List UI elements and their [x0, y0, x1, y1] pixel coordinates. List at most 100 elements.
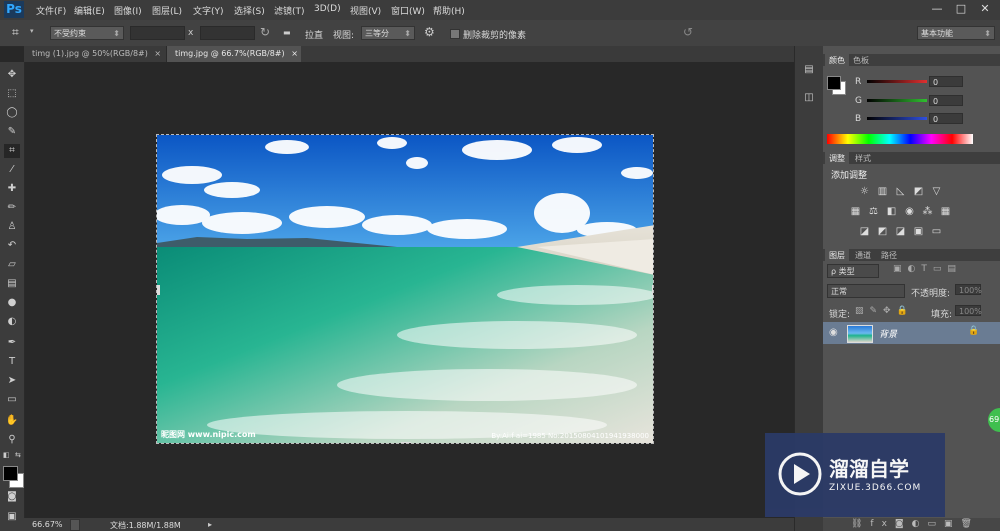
tab-timg[interactable]: timg.jpg @ 66.7%(RGB/8#) ×	[167, 46, 301, 62]
exposure-icon[interactable]: ◩	[913, 186, 924, 197]
pen-tool-icon[interactable]: ✒	[4, 336, 20, 350]
tab-layers[interactable]: 图层	[825, 249, 849, 262]
gradient-tool-icon[interactable]: ▤	[4, 277, 20, 291]
default-colors-icon[interactable]: ◧	[3, 451, 10, 459]
tab-color[interactable]: 颜色	[825, 54, 849, 67]
close-button[interactable]: ✕	[974, 0, 996, 18]
menu-help[interactable]: 帮助(H)	[433, 4, 465, 17]
brush-tool-icon[interactable]: ✏	[4, 201, 20, 215]
rectangle-tool-icon[interactable]: ▭	[4, 393, 20, 407]
menu-layer[interactable]: 图层(L)	[152, 4, 182, 17]
blur-tool-icon[interactable]: ●	[4, 296, 20, 310]
vibrance-icon[interactable]: ▽	[931, 186, 942, 197]
layer-name[interactable]: 背景	[879, 327, 897, 340]
menu-filter[interactable]: 滤镜(T)	[274, 4, 305, 17]
tab-paths[interactable]: 路径	[881, 250, 897, 261]
fg-color-swatch[interactable]	[827, 76, 841, 90]
hand-tool-icon[interactable]: ✋	[4, 414, 20, 428]
channel-g-slider[interactable]	[867, 99, 927, 102]
quick-select-tool-icon[interactable]: ✎	[4, 125, 20, 139]
quick-mask-icon[interactable]: ◙	[4, 490, 20, 504]
crop-tool-icon[interactable]: ⌗	[12, 25, 26, 39]
maximize-button[interactable]: □	[950, 0, 972, 18]
healing-brush-tool-icon[interactable]: ✚	[4, 182, 20, 196]
straighten-label[interactable]: 拉直	[305, 28, 323, 41]
tab-adjustments[interactable]: 调整	[825, 152, 849, 165]
selective-color-icon[interactable]: ▭	[931, 226, 942, 237]
invert-icon[interactable]: ◪	[859, 226, 870, 237]
curves-icon[interactable]: ◺	[895, 186, 906, 197]
color-spectrum-ramp[interactable]	[827, 134, 973, 144]
crop-height-field[interactable]	[200, 26, 255, 40]
opacity-field[interactable]: 100%	[955, 284, 982, 295]
eraser-tool-icon[interactable]: ▱	[4, 258, 20, 272]
reset-icon[interactable]: ↺	[683, 25, 693, 39]
marquee-tool-icon[interactable]: ⬚	[4, 87, 20, 101]
document-canvas[interactable]: 昵图网 www.nipic.com By:Ai:f ai=1985 No:201…	[156, 134, 654, 444]
history-brush-tool-icon[interactable]: ↶	[4, 239, 20, 253]
tab-close-icon[interactable]: ×	[291, 49, 298, 58]
menu-view[interactable]: 视图(V)	[350, 4, 381, 17]
clone-stamp-tool-icon[interactable]: ♙	[4, 220, 20, 234]
delete-cropped-checkbox[interactable]	[450, 29, 460, 39]
fill-field[interactable]: 100%	[955, 305, 982, 316]
eyedropper-tool-icon[interactable]: ⁄	[4, 163, 20, 177]
color-balance-icon[interactable]: ⚖	[868, 206, 879, 217]
properties-panel-icon[interactable]: ◫	[801, 92, 817, 106]
menu-window[interactable]: 窗口(W)	[391, 4, 425, 17]
channel-r-value[interactable]: 0	[929, 76, 963, 87]
move-tool-icon[interactable]: ✥	[4, 68, 20, 82]
blend-mode-select[interactable]: 正常	[827, 284, 905, 298]
visibility-eye-icon[interactable]: ◉	[829, 327, 838, 338]
screen-mode-icon[interactable]: ▣	[4, 510, 20, 524]
crop-tool-icon[interactable]: ⌗	[4, 144, 20, 158]
layer-filter-icons[interactable]: ▣◐T▭▤	[893, 264, 993, 274]
menu-3d[interactable]: 3D(D)	[314, 4, 341, 14]
menu-select[interactable]: 选择(S)	[234, 4, 265, 17]
channel-mixer-icon[interactable]: ⁂	[922, 206, 933, 217]
hue-saturation-icon[interactable]: ▦	[850, 206, 861, 217]
dodge-tool-icon[interactable]: ◐	[4, 315, 20, 329]
constraint-select[interactable]: 不受约束 ⬍	[50, 26, 124, 40]
channel-g-value[interactable]: 0	[929, 95, 963, 106]
threshold-icon[interactable]: ◪	[895, 226, 906, 237]
history-panel-icon[interactable]: ▤	[801, 64, 817, 78]
crop-width-field[interactable]	[130, 26, 185, 40]
minimize-button[interactable]: —	[926, 0, 948, 18]
lasso-tool-icon[interactable]: ◯	[4, 106, 20, 120]
zoom-level[interactable]: 66.67%	[32, 520, 63, 529]
workspace-select[interactable]: 基本功能 ⬍	[917, 26, 995, 40]
layer-footer-icons[interactable]: ⛓fx◙◐▭▣🗑	[851, 519, 980, 529]
channel-b-value[interactable]: 0	[929, 113, 963, 124]
swap-icon[interactable]: ↻	[260, 25, 270, 39]
view-overlay-select[interactable]: 三等分 ⬍	[361, 26, 415, 40]
path-select-tool-icon[interactable]: ➤	[4, 374, 20, 388]
tab-channels[interactable]: 通道	[855, 250, 871, 261]
photo-filter-icon[interactable]: ◉	[904, 206, 915, 217]
channel-r-slider[interactable]	[867, 80, 927, 83]
menu-image[interactable]: 图像(I)	[114, 4, 142, 17]
tab-timg-1[interactable]: timg (1).jpg @ 50%(RGB/8#) ×	[24, 46, 167, 62]
gradient-map-icon[interactable]: ▣	[913, 226, 924, 237]
swap-colors-icon[interactable]: ⇆	[15, 451, 21, 459]
color-lookup-icon[interactable]: ▦	[940, 206, 951, 217]
zoom-tool-icon[interactable]: ⚲	[4, 433, 20, 447]
type-tool-icon[interactable]: T	[4, 355, 20, 369]
tool-preset-arrow-icon[interactable]: ▾	[30, 27, 34, 35]
posterize-icon[interactable]: ◩	[877, 226, 888, 237]
foreground-color-swatch[interactable]	[3, 466, 18, 481]
levels-icon[interactable]: ▥	[877, 186, 888, 197]
layer-row-background[interactable]: ◉ 背景 🔒	[823, 322, 1000, 344]
brightness-icon[interactable]: ☼	[859, 186, 870, 197]
layer-filter-select[interactable]: ρ 类型	[827, 264, 879, 278]
menu-edit[interactable]: 编辑(E)	[74, 4, 105, 17]
straighten-icon[interactable]: ▬	[283, 28, 291, 37]
menu-type[interactable]: 文字(Y)	[193, 4, 224, 17]
tab-close-icon[interactable]: ×	[154, 49, 161, 58]
menu-file[interactable]: 文件(F)	[36, 4, 66, 17]
black-white-icon[interactable]: ◧	[886, 206, 897, 217]
status-menu-arrow-icon[interactable]: ▸	[208, 520, 212, 529]
tab-styles[interactable]: 样式	[855, 153, 871, 164]
channel-b-slider[interactable]	[867, 117, 927, 120]
lock-icons[interactable]: ▨✎✥🔒	[855, 306, 914, 316]
